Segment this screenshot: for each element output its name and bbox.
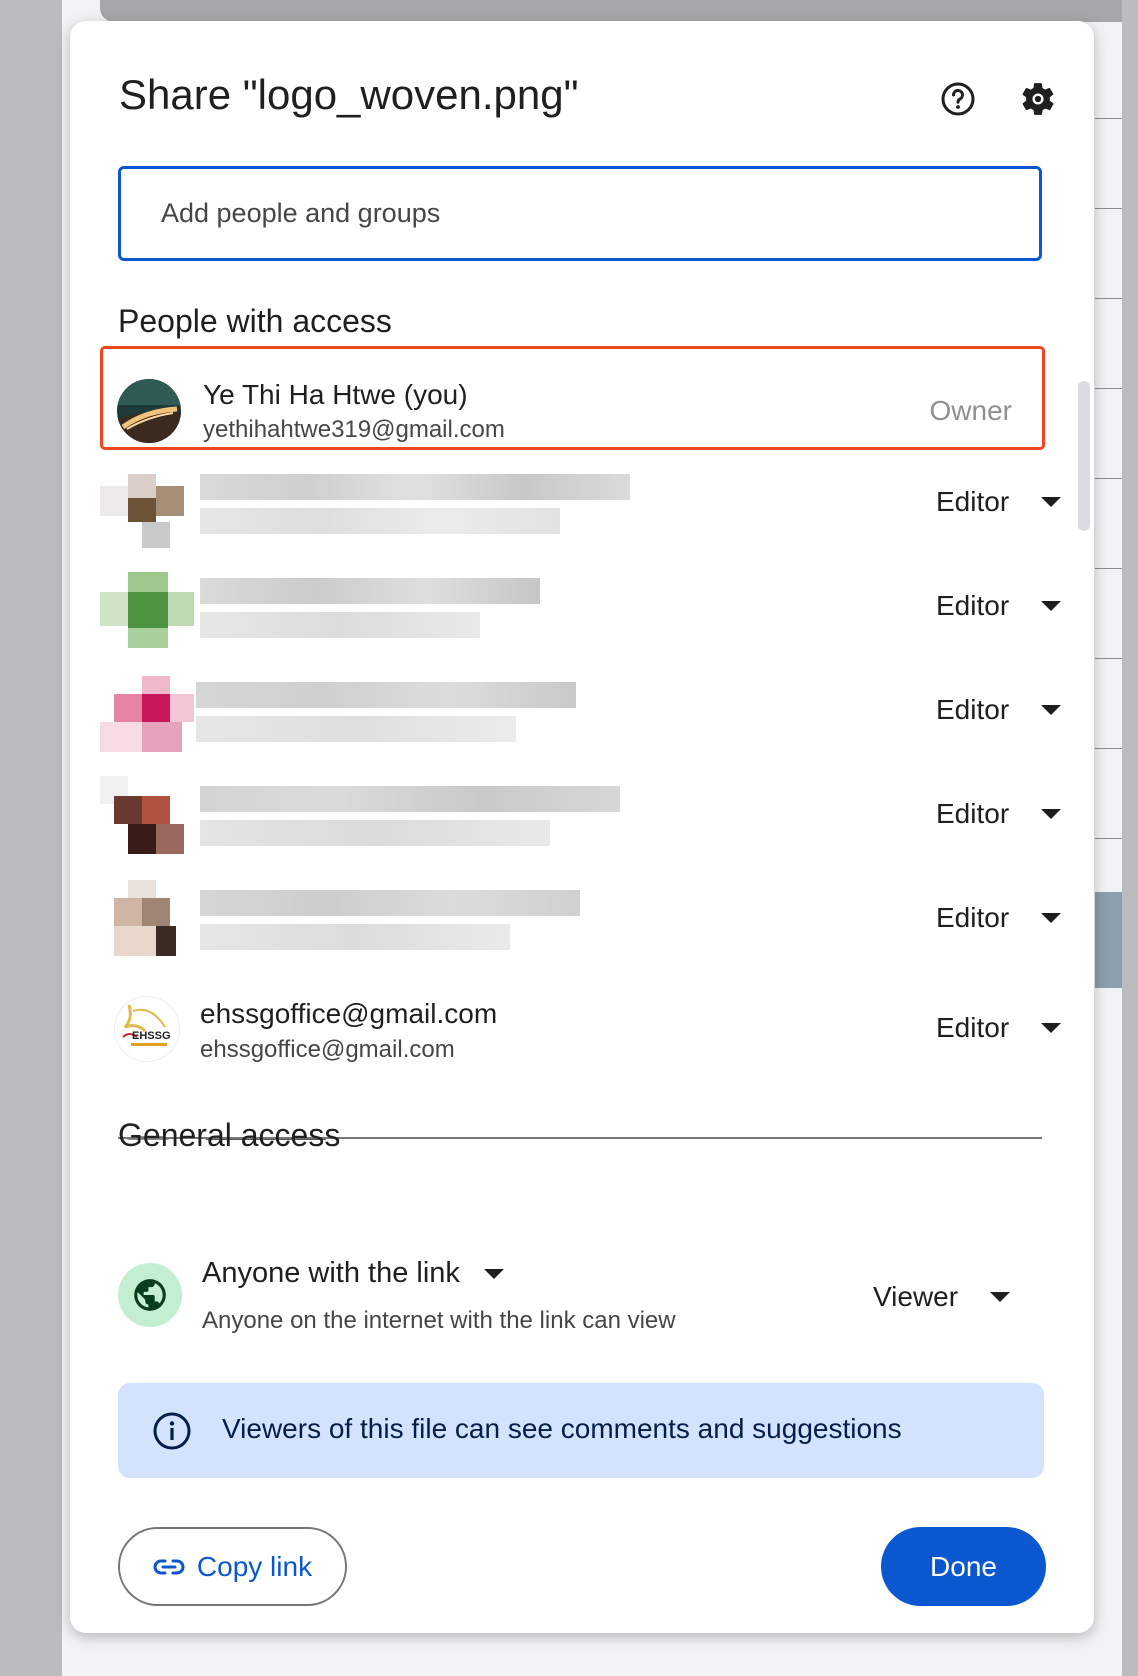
dialog-title: Share "logo_woven.png" [119, 71, 579, 118]
person-row[interactable]: EHSSG ehssgoffice@gmail.com ehssgoffice@… [100, 978, 1062, 1082]
copy-link-label: Copy link [196, 1550, 313, 1582]
general-access-dropdown[interactable]: Anyone with the link [202, 1257, 504, 1290]
general-access-role-dropdown[interactable]: Viewer [873, 1281, 1011, 1313]
role-label: Editor [936, 486, 1010, 517]
role-label: Editor [936, 798, 1010, 829]
person-row-owner[interactable]: Ye Thi Ha Htwe (you) yethihahtwe319@gmai… [100, 346, 1045, 450]
caret-down-icon [1041, 705, 1062, 715]
avatar: EHSSG [114, 996, 180, 1062]
avatar [117, 379, 181, 443]
help-circle-icon[interactable] [936, 77, 980, 121]
people-list: Ye Thi Ha Htwe (you) yethihahtwe319@gmai… [100, 346, 1070, 1140]
avatar [100, 572, 196, 652]
people-list-scrollbar[interactable] [1078, 381, 1090, 531]
link-icon [153, 1559, 185, 1574]
role-label: Editor [936, 1012, 1010, 1043]
person-row[interactable]: Editor [100, 874, 1062, 978]
info-banner-text: Viewers of this file can see comments an… [222, 1413, 902, 1444]
people-with-access-heading: People with access [118, 303, 392, 339]
caret-down-icon [1041, 601, 1062, 611]
avatar [100, 676, 196, 760]
blurred-name-email [200, 474, 630, 544]
ehssg-logo-text: EHSSG [132, 1030, 171, 1042]
person-email: ehssgoffice@gmail.com [200, 1036, 455, 1063]
blurred-name-email [200, 578, 540, 648]
role-owner-label: Owner [929, 395, 1012, 426]
general-access-description: Anyone on the internet with the link can… [202, 1307, 676, 1334]
caret-down-icon [1041, 809, 1062, 819]
role-label: Editor [936, 902, 1010, 933]
background-topbar [100, 0, 1138, 22]
role-dropdown[interactable]: Editor [936, 1012, 1062, 1044]
info-icon [153, 1412, 191, 1450]
person-row[interactable]: Editor [100, 770, 1062, 874]
avatar [100, 468, 190, 548]
caret-down-icon [1041, 1023, 1062, 1033]
caret-down-icon [990, 1292, 1011, 1302]
role-label: Editor [936, 590, 1010, 621]
role-dropdown[interactable]: Editor [936, 694, 1062, 726]
role-dropdown[interactable]: Editor [936, 590, 1062, 622]
info-banner: Viewers of this file can see comments an… [118, 1383, 1044, 1478]
copy-link-button[interactable]: Copy link [118, 1527, 347, 1606]
person-email: yethihahtwe319@gmail.com [203, 416, 505, 443]
background-right-edge [1122, 0, 1138, 1676]
general-access-heading: General access [118, 1117, 341, 1153]
share-dialog: Share "logo_woven.png" People with acces… [70, 21, 1094, 1633]
role-dropdown[interactable]: Editor [936, 902, 1062, 934]
blurred-name-email [200, 786, 620, 856]
role-label: Editor [936, 694, 1010, 725]
person-row[interactable]: Editor [100, 458, 1062, 562]
role-label: Viewer [873, 1281, 959, 1312]
avatar [100, 776, 190, 866]
background-left-panel [0, 0, 62, 1676]
avatar [100, 880, 190, 970]
done-button[interactable]: Done [881, 1527, 1046, 1606]
caret-down-icon [1041, 913, 1062, 923]
blurred-name-email [196, 682, 576, 752]
general-access-label: Anyone with the link [202, 1257, 460, 1289]
person-row[interactable]: Editor [100, 562, 1062, 666]
caret-down-icon [1041, 497, 1062, 507]
blurred-name-email [200, 890, 580, 960]
add-people-input[interactable] [118, 166, 1042, 261]
role-dropdown[interactable]: Editor [936, 798, 1062, 830]
person-row[interactable]: Editor [100, 666, 1062, 770]
gear-icon[interactable] [1016, 77, 1060, 121]
globe-icon [118, 1263, 182, 1327]
role-dropdown[interactable]: Editor [936, 486, 1062, 518]
person-name: Ye Thi Ha Htwe (you) [203, 379, 468, 410]
person-name: ehssgoffice@gmail.com [200, 998, 498, 1029]
caret-down-icon [483, 1268, 504, 1279]
